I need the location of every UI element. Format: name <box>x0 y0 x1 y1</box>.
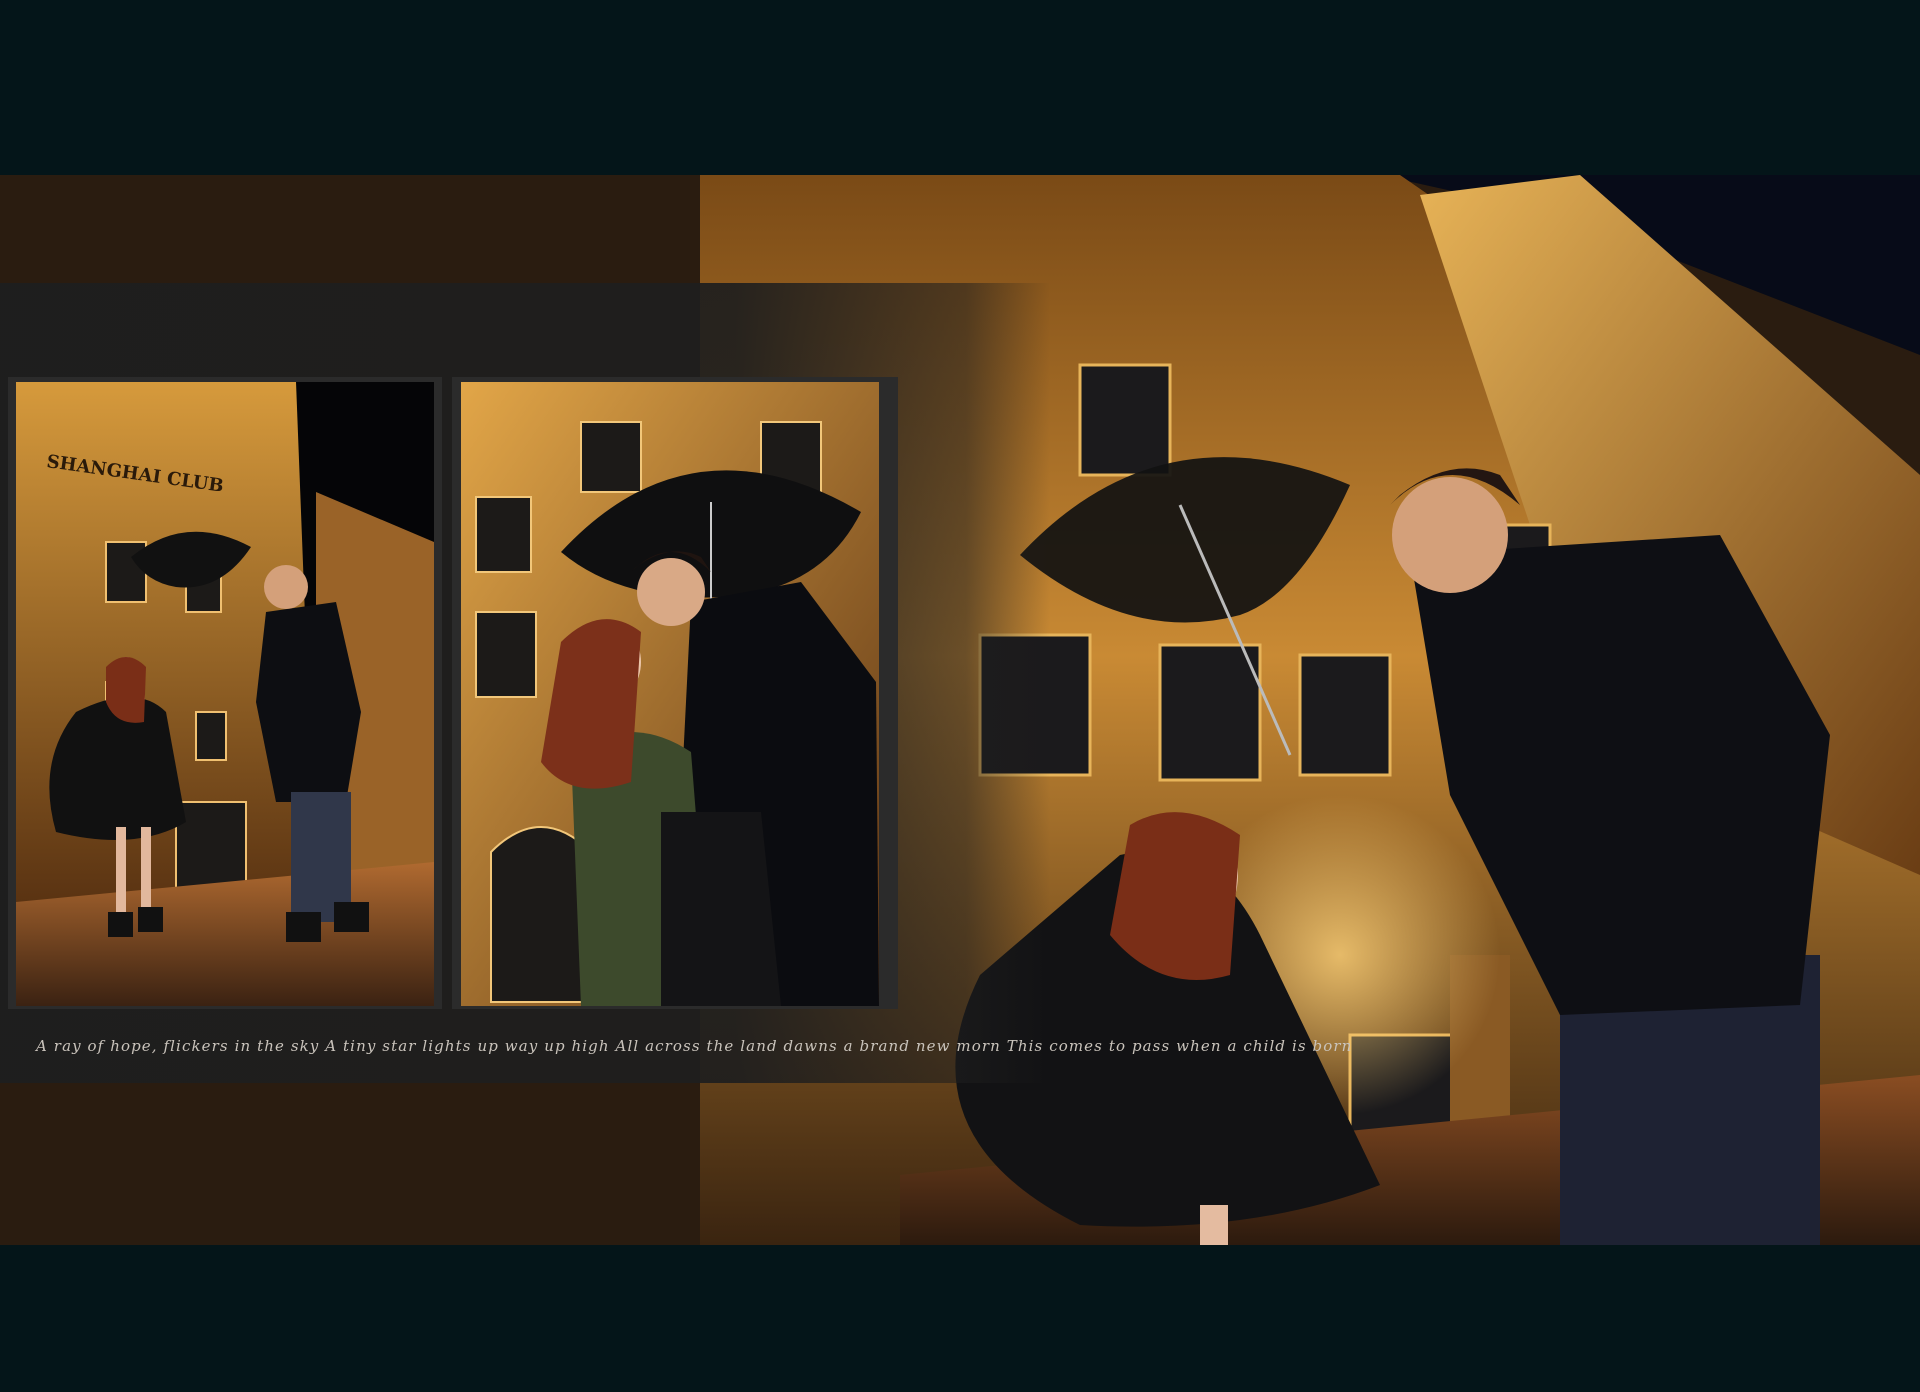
photo-couple-kissing-under-umbrella <box>461 382 879 1006</box>
caption-text: A ray of hope, flickers in the sky A tin… <box>36 1037 1353 1055</box>
album-spread: SHANGHAI CLUB A ray of hope, flickers in… <box>0 175 1920 1245</box>
album-page: SHANGHAI CLUB A ray of hope, flickers in… <box>0 0 1920 1392</box>
photo-couple-with-umbrella-wide: SHANGHAI CLUB <box>16 382 434 1006</box>
